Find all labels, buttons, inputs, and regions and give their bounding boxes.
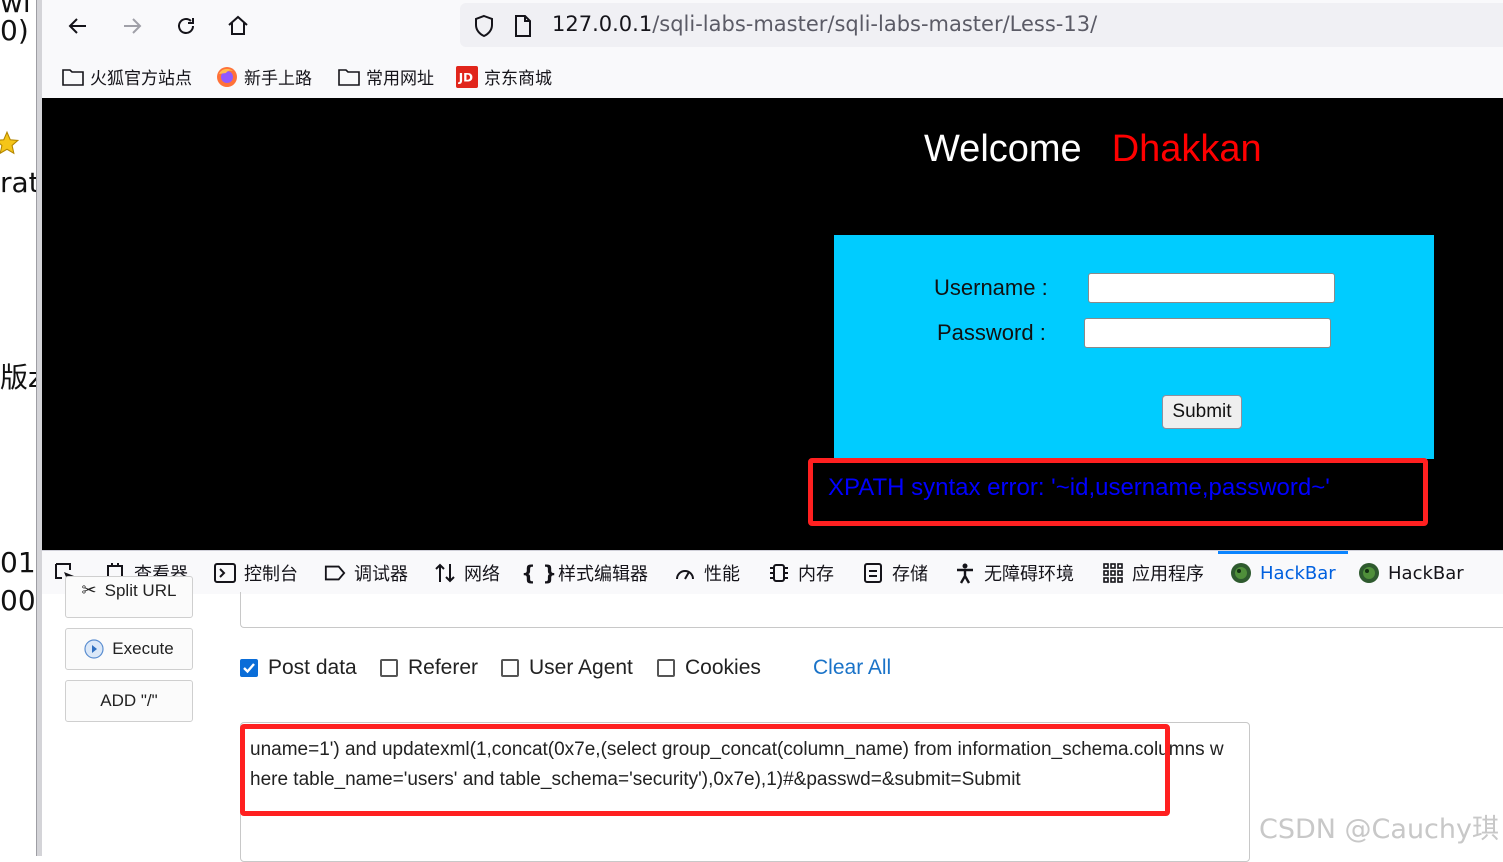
style-editor-icon: { } xyxy=(521,561,557,585)
home-icon xyxy=(228,15,248,35)
firefox-icon xyxy=(216,66,238,87)
highlight-box xyxy=(808,458,1428,526)
background-text-fragment: 008 xyxy=(0,584,36,617)
shield-icon xyxy=(475,14,493,38)
bookmark-item[interactable]: JD 京东商城 xyxy=(456,64,552,89)
user-agent-option[interactable]: User Agent xyxy=(501,656,633,680)
tab-hackbar-active[interactable]: HackBar xyxy=(1218,551,1348,595)
application-icon xyxy=(1102,562,1124,584)
welcome-label: Welcome xyxy=(924,128,1082,170)
highlight-box xyxy=(240,724,1170,816)
background-window-strip: wl 0) rati 版z 019 008 xyxy=(0,0,36,856)
tab-application[interactable]: 应用程序 xyxy=(1102,551,1204,595)
play-icon xyxy=(84,639,104,659)
folder-icon xyxy=(62,67,84,87)
tab-memory[interactable]: 内存 xyxy=(768,551,834,595)
performance-icon xyxy=(674,562,696,584)
bookmarks-bar: 火狐官方站点 新手上路 常用网址 JD 京东商城 xyxy=(42,52,1503,99)
checkbox[interactable] xyxy=(657,659,675,677)
arrow-left-icon xyxy=(68,18,86,34)
watermark: CSDN @Cauchy琪 xyxy=(1258,814,1499,845)
browser-toolbar: 127.0.0.1/sqli-labs-master/sqli-labs-mas… xyxy=(42,0,1503,52)
submit-button[interactable]: Submit xyxy=(1162,395,1242,429)
tab-accessibility[interactable]: 无障碍环境 xyxy=(954,551,1074,595)
bookmark-item[interactable]: 常用网址 xyxy=(338,64,434,89)
tab-network[interactable]: 网络 xyxy=(434,551,500,595)
tab-debugger[interactable]: 调试器 xyxy=(324,551,408,595)
execute-button[interactable]: Execute xyxy=(65,628,193,670)
url-field[interactable] xyxy=(240,592,1503,628)
arrow-right-icon xyxy=(124,18,142,34)
reload-icon xyxy=(178,18,194,34)
accessibility-icon xyxy=(954,562,976,584)
bookmark-item[interactable]: 火狐官方站点 xyxy=(62,64,192,89)
web-page: Welcome Dhakkan Username : Password : Sub… xyxy=(42,98,1503,550)
svg-text:JD: JD xyxy=(458,70,473,84)
devtools-tab-bar: 查看器 控制台 调试器 网络 { } 样式编辑器 性能 内存 存储 无障碍环境 … xyxy=(42,550,1503,596)
forward-button[interactable] xyxy=(116,10,148,42)
username-field[interactable] xyxy=(1088,273,1335,303)
welcome-heading: Welcome Dhakkan xyxy=(924,128,1262,171)
login-form: Username : Password : Submit xyxy=(834,235,1434,459)
cookies-option[interactable]: Cookies xyxy=(657,656,761,680)
tab-console[interactable]: 控制台 xyxy=(214,551,298,595)
network-icon xyxy=(434,562,456,584)
password-label: Password : xyxy=(937,320,1046,345)
url-bar[interactable]: 127.0.0.1/sqli-labs-master/sqli-labs-mas… xyxy=(460,3,1503,47)
back-button[interactable] xyxy=(62,10,94,42)
hackbar-icon xyxy=(1230,562,1252,584)
tab-hackbar[interactable]: HackBar xyxy=(1358,551,1464,595)
bookmark-item[interactable]: 新手上路 xyxy=(216,64,312,89)
referer-option[interactable]: Referer xyxy=(380,656,478,680)
jd-icon: JD xyxy=(456,65,478,88)
star-icon xyxy=(0,130,20,155)
reload-button[interactable] xyxy=(170,10,202,42)
checkbox[interactable] xyxy=(501,659,519,677)
username-label: Username : xyxy=(934,275,1048,300)
background-text-fragment: 019 xyxy=(0,546,36,579)
scissors-icon: ✂ xyxy=(81,580,97,600)
page-icon xyxy=(515,15,531,37)
tab-storage[interactable]: 存储 xyxy=(862,551,928,595)
clear-all-link[interactable]: Clear All xyxy=(813,656,891,680)
welcome-name: Dhakkan xyxy=(1111,128,1262,170)
post-data-option[interactable]: Post data xyxy=(240,656,357,680)
url-text[interactable]: 127.0.0.1/sqli-labs-master/sqli-labs-mas… xyxy=(552,12,1097,36)
debugger-icon xyxy=(324,562,346,584)
home-button[interactable] xyxy=(222,10,254,42)
background-text-fragment: 版z xyxy=(0,361,36,394)
checkbox-checked[interactable] xyxy=(240,659,258,677)
background-text-fragment: 0) xyxy=(0,14,29,47)
folder-icon xyxy=(338,67,360,87)
console-icon xyxy=(214,562,236,584)
hackbar-icon xyxy=(1358,562,1380,584)
password-field[interactable] xyxy=(1084,318,1331,348)
tab-performance[interactable]: 性能 xyxy=(674,551,740,595)
checkbox[interactable] xyxy=(380,659,398,677)
background-text-fragment: rati xyxy=(0,166,36,199)
add-slash-button[interactable]: ADD "/" xyxy=(65,680,193,722)
memory-icon xyxy=(768,562,790,584)
tab-style-editor[interactable]: { } 样式编辑器 xyxy=(521,551,648,595)
storage-icon xyxy=(862,562,884,584)
split-url-button[interactable]: ✂ Split URL xyxy=(65,576,193,618)
